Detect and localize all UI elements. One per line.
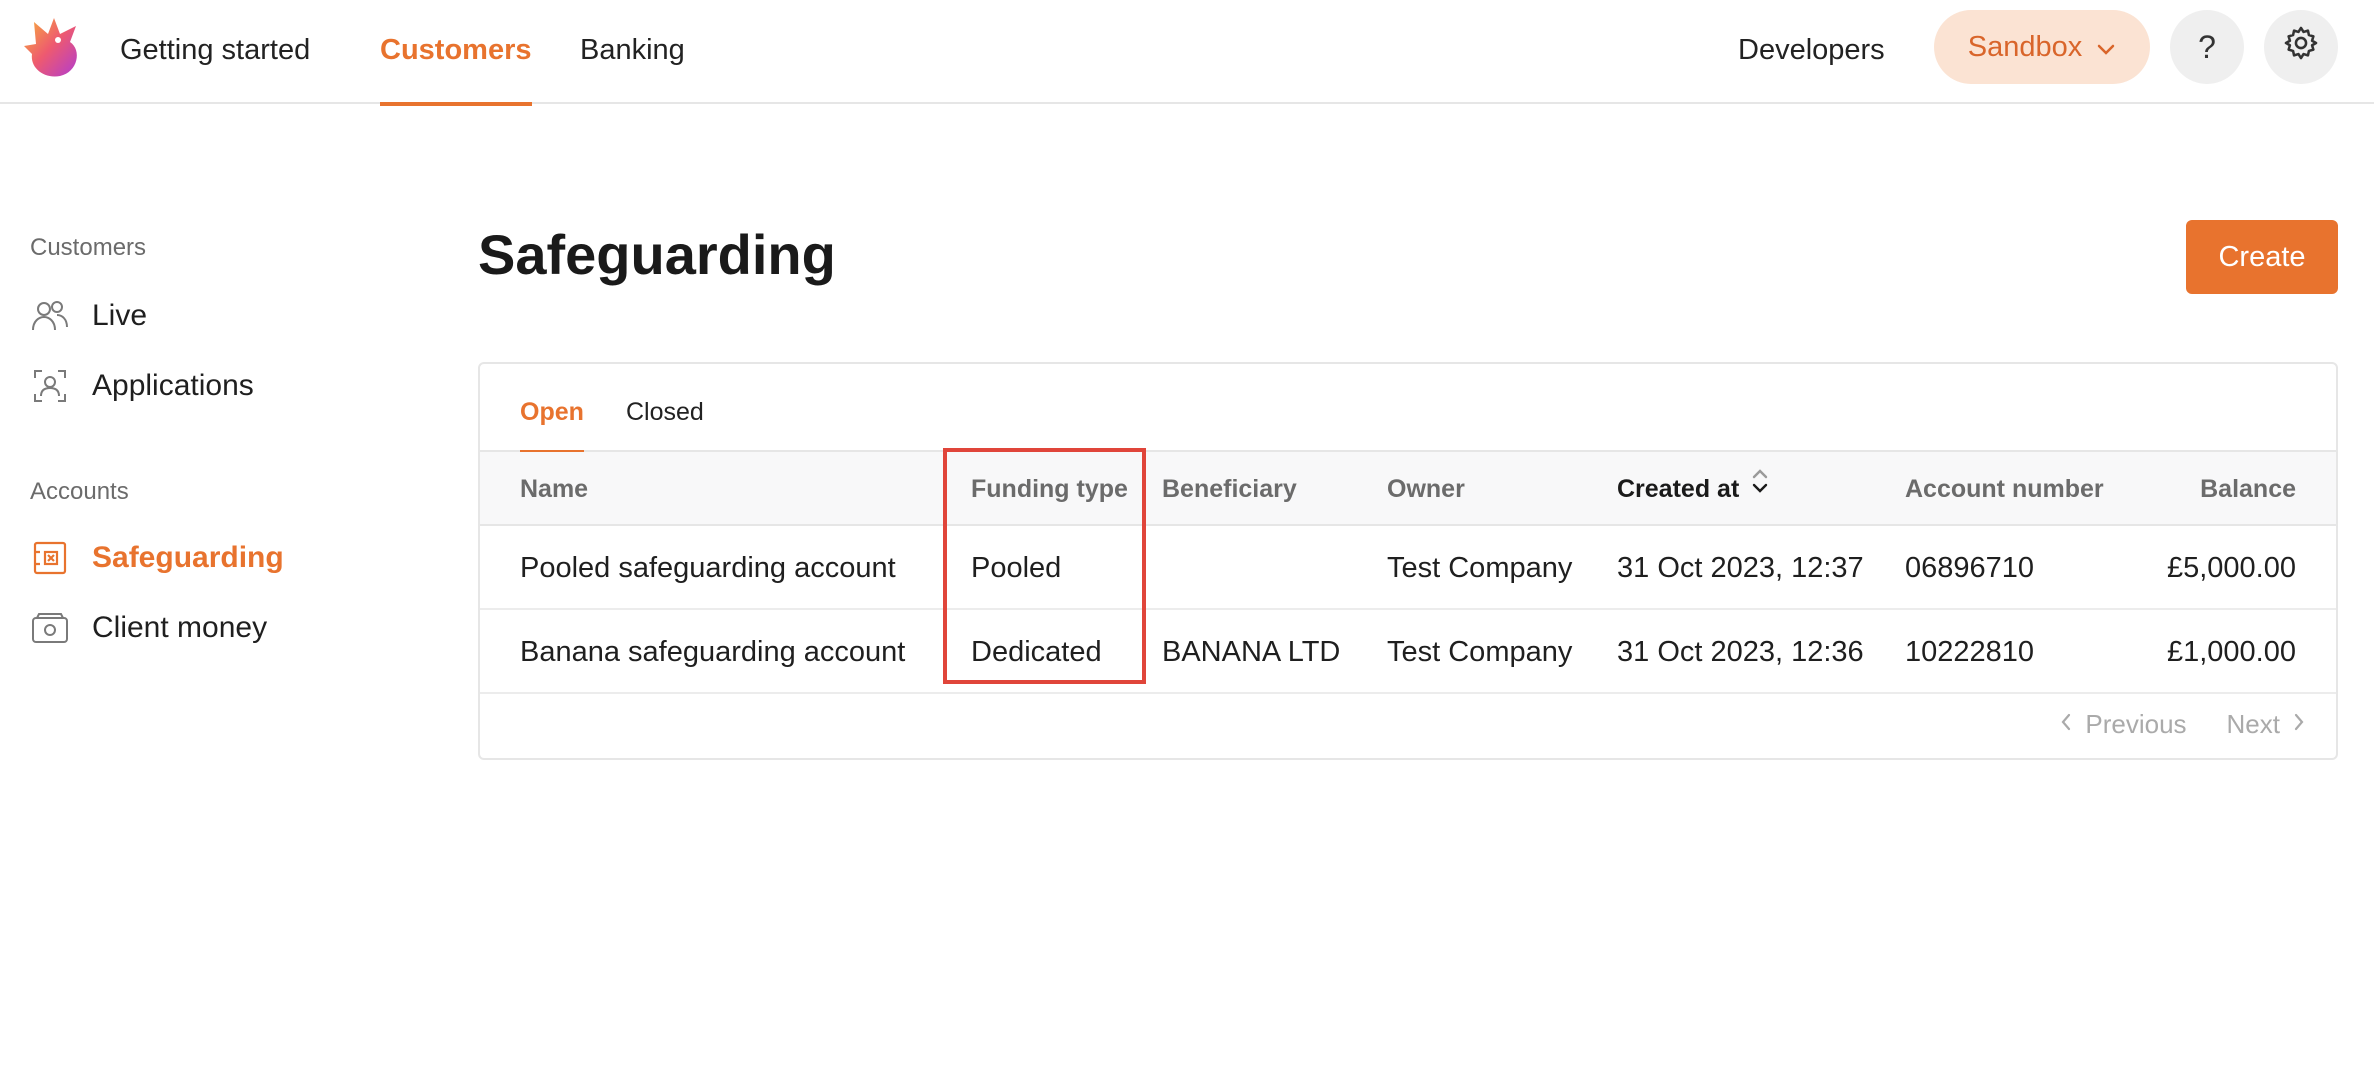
table-header: Name Funding type Beneficiary Owner Crea… <box>480 452 2336 526</box>
chevron-down-icon <box>2096 31 2116 64</box>
chevron-right-icon <box>2292 709 2306 740</box>
column-header-account-number[interactable]: Account number <box>1905 452 2104 526</box>
column-header-owner[interactable]: Owner <box>1387 452 1465 526</box>
cell-created-at: 31 Oct 2023, 12:36 <box>1617 636 1864 668</box>
tab-open[interactable]: Open <box>520 364 584 454</box>
column-header-balance[interactable]: Balance <box>2200 452 2296 526</box>
table-row[interactable]: Banana safeguarding account Dedicated BA… <box>480 610 2336 694</box>
developers-link[interactable]: Developers <box>1738 0 1885 100</box>
nav-banking-label: Banking <box>580 34 685 66</box>
sidebar-item-label: Safeguarding <box>92 541 284 574</box>
tab-closed[interactable]: Closed <box>626 364 704 452</box>
nav-getting-started[interactable]: Getting started <box>120 0 310 104</box>
help-button[interactable]: ? <box>2170 10 2244 84</box>
sidebar-item-safeguarding[interactable]: Safeguarding <box>30 534 284 582</box>
column-header-beneficiary[interactable]: Beneficiary <box>1162 452 1297 526</box>
brand-logo-icon[interactable] <box>24 16 84 80</box>
users-icon <box>30 296 70 336</box>
column-header-name[interactable]: Name <box>520 452 588 526</box>
sidebar-item-label: Client money <box>92 611 268 644</box>
cell-funding-type: Dedicated <box>971 636 1102 668</box>
column-header-created-at-label: Created at <box>1617 475 1740 503</box>
cell-owner: Test Company <box>1387 552 1573 584</box>
create-button[interactable]: Create <box>2186 220 2338 294</box>
nav-banking[interactable]: Banking <box>580 0 685 104</box>
next-label: Next <box>2226 709 2280 739</box>
top-nav-bar: Getting started Customers Banking Develo… <box>0 0 2374 106</box>
sidebar-section-customers: Customers <box>30 234 147 261</box>
sort-icon <box>1751 452 1769 526</box>
status-tabs: Open Closed <box>480 364 2336 454</box>
sidebar-item-applications[interactable]: Applications <box>30 362 254 410</box>
next-page-button[interactable]: Next <box>2227 709 2306 740</box>
wallet-icon <box>30 608 70 648</box>
safeguarding-icon <box>30 538 70 578</box>
page-title: Safeguarding <box>478 223 836 286</box>
previous-label: Previous <box>2085 709 2187 739</box>
cell-name: Banana safeguarding account <box>520 636 906 668</box>
cell-balance: £1,000.00 <box>2166 636 2296 668</box>
help-icon: ? <box>2198 28 2216 65</box>
column-header-created-at[interactable]: Created at <box>1617 452 1769 526</box>
cell-balance: £5,000.00 <box>2166 552 2296 584</box>
environment-switcher[interactable]: Sandbox <box>1934 10 2150 84</box>
tab-closed-label: Closed <box>626 398 704 426</box>
cell-funding-type: Pooled <box>971 552 1062 584</box>
sidebar-item-client-money[interactable]: Client money <box>30 604 267 652</box>
active-nav-indicator <box>380 102 532 106</box>
sidebar-section-accounts: Accounts <box>30 478 129 505</box>
cell-account-number: 10222810 <box>1905 636 2035 668</box>
column-header-funding-type[interactable]: Funding type <box>971 452 1128 526</box>
cell-name: Pooled safeguarding account <box>520 552 896 584</box>
previous-page-button[interactable]: Previous <box>2059 709 2187 740</box>
pagination: Previous Next <box>2059 709 2306 740</box>
chevron-left-icon <box>2059 709 2073 740</box>
accounts-table-card: Open Closed Name Funding type Beneficiar… <box>478 362 2338 760</box>
nav-customers[interactable]: Customers <box>380 0 532 106</box>
table-row[interactable]: Pooled safeguarding account Pooled Test … <box>480 526 2336 610</box>
environment-label: Sandbox <box>1967 30 2083 63</box>
gear-icon <box>2282 24 2320 70</box>
cell-owner: Test Company <box>1387 636 1573 668</box>
tab-open-label: Open <box>520 398 584 426</box>
sidebar-item-live[interactable]: Live <box>30 292 147 340</box>
settings-button[interactable] <box>2264 10 2338 84</box>
applicant-icon <box>30 366 70 406</box>
cell-account-number: 06896710 <box>1905 552 2035 584</box>
sidebar-item-label: Applications <box>92 369 254 402</box>
nav-customers-label: Customers <box>380 34 532 66</box>
cell-created-at: 31 Oct 2023, 12:37 <box>1617 552 1864 584</box>
nav-getting-started-label: Getting started <box>120 34 311 66</box>
sidebar-item-label: Live <box>92 299 148 332</box>
cell-beneficiary: BANANA LTD <box>1162 636 1341 668</box>
